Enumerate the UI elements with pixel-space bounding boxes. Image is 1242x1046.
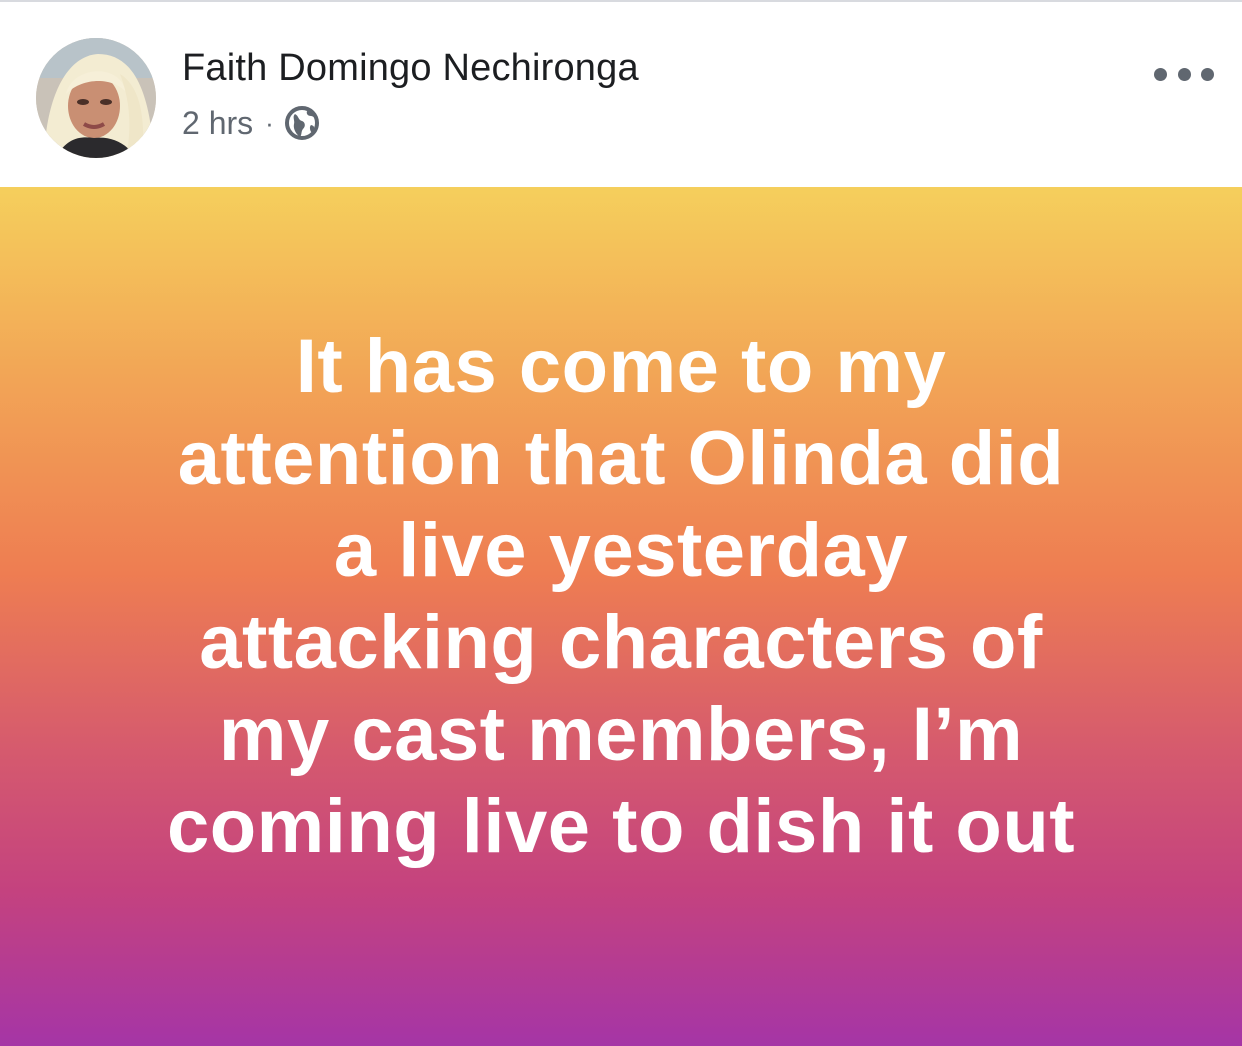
post-text: It has come to my attention that Olinda …	[51, 321, 1191, 873]
divider	[0, 0, 1242, 2]
more-dots-icon	[1201, 67, 1214, 81]
post-text-line: It has come to my	[295, 323, 947, 409]
post-text-line: coming live to dish it out	[166, 783, 1076, 869]
more-options-button[interactable]	[1154, 58, 1214, 90]
post-timestamp[interactable]: 2 hrs	[182, 105, 253, 142]
meta-separator: ·	[265, 107, 274, 138]
post-content-background: It has come to my attention that Olinda …	[0, 187, 1242, 1046]
avatar[interactable]	[36, 38, 156, 158]
post-text-line: my cast members, I’m	[218, 691, 1024, 777]
more-dots-icon	[1177, 67, 1191, 81]
facebook-post: Faith Domingo Nechironga 2 hrs · It has …	[0, 0, 1242, 1046]
more-dots-icon	[1154, 67, 1167, 81]
post-meta: 2 hrs ·	[182, 103, 320, 143]
post-text-line: attacking characters of	[199, 599, 1043, 685]
post-header: Faith Domingo Nechironga 2 hrs ·	[0, 0, 1242, 187]
author-name[interactable]: Faith Domingo Nechironga	[182, 47, 639, 90]
post-text-line: a live yesterday	[333, 507, 909, 593]
post-text-line: attention that Olinda did	[177, 415, 1065, 501]
avatar-image	[36, 38, 156, 158]
globe-icon[interactable]	[284, 105, 320, 141]
